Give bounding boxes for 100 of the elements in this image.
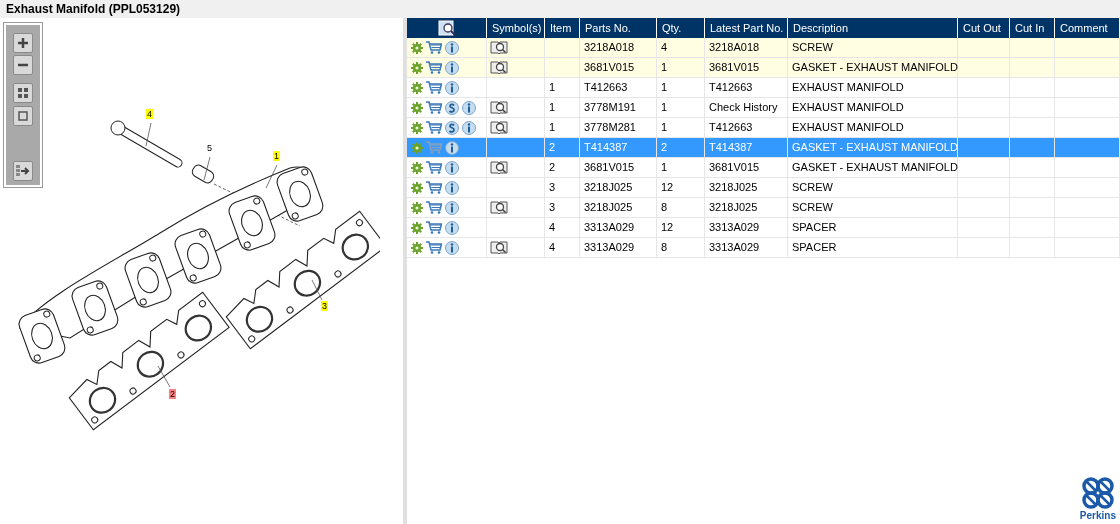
- table-cell-text: EXHAUST MANIFOLD: [792, 120, 904, 136]
- book-search-icon[interactable]: [490, 160, 508, 175]
- info-icon[interactable]: [445, 60, 459, 75]
- table-cell-text: SCREW: [792, 40, 833, 56]
- gear-icon[interactable]: [411, 141, 423, 154]
- table-row[interactable]: 1 3778M281 1 T412663 EXHAUST MANIFOLD: [407, 118, 1120, 138]
- gear-icon[interactable]: [411, 121, 423, 134]
- gear-icon[interactable]: [411, 101, 423, 114]
- info-icon[interactable]: [445, 140, 459, 155]
- zoom-in-button[interactable]: [13, 33, 33, 53]
- table-cell-text: 3218J025: [709, 180, 758, 196]
- table-cell-text: 3: [549, 200, 556, 216]
- info-icon[interactable]: [445, 180, 459, 195]
- table-row[interactable]: 3 3218J025 12 3218J025 SCREW: [407, 178, 1120, 198]
- callout-label[interactable]: 2: [169, 389, 176, 399]
- table-cell-text: SCREW: [792, 180, 833, 196]
- grid-icon: [16, 86, 30, 100]
- logo-text: Perkins: [1079, 510, 1116, 522]
- table-cell-text: 2: [661, 140, 668, 156]
- table-cell-text: 1: [549, 120, 556, 136]
- gear-icon[interactable]: [411, 221, 423, 234]
- cart-icon[interactable]: [426, 241, 442, 254]
- callout-label[interactable]: 1: [273, 151, 280, 161]
- book-search-icon[interactable]: [490, 240, 508, 255]
- table-row[interactable]: 4 3313A029 8 3313A029 SPACER: [407, 238, 1120, 258]
- gear-icon[interactable]: [411, 81, 423, 94]
- table-cell-text: SCREW: [792, 200, 833, 216]
- cart-icon[interactable]: [426, 221, 442, 234]
- info-icon[interactable]: [445, 40, 459, 55]
- info-icon[interactable]: [445, 160, 459, 175]
- cart-icon[interactable]: [426, 181, 442, 194]
- table-row[interactable]: 4 3313A029 12 3313A029 SPACER: [407, 218, 1120, 238]
- book-search-icon[interactable]: [490, 200, 508, 215]
- cart-icon[interactable]: [426, 81, 442, 94]
- gear-icon[interactable]: [411, 181, 423, 194]
- service-icon[interactable]: [445, 100, 459, 115]
- table-cell-text: 3681V015: [584, 60, 635, 76]
- table-cell-text: 12: [661, 220, 674, 236]
- callout-label[interactable]: 5: [206, 143, 213, 153]
- gear-icon[interactable]: [411, 41, 423, 54]
- table-cell-text: 4: [549, 240, 556, 256]
- table-cell-text: GASKET - EXHAUST MANIFOLD: [792, 160, 958, 176]
- actual-size-button[interactable]: [13, 106, 33, 126]
- plus-icon: [16, 36, 30, 50]
- search-icon[interactable]: [437, 20, 456, 36]
- gear-icon[interactable]: [411, 61, 423, 74]
- info-icon[interactable]: [445, 80, 459, 95]
- gear-icon[interactable]: [411, 201, 423, 214]
- fit-view-button[interactable]: [13, 83, 33, 103]
- info-icon[interactable]: [462, 120, 476, 135]
- table-cell-text: 3778M281: [584, 120, 636, 136]
- cart-icon[interactable]: [426, 41, 442, 54]
- square-icon: [16, 109, 30, 123]
- book-search-icon[interactable]: [490, 60, 508, 75]
- info-icon[interactable]: [445, 220, 459, 235]
- cart-icon[interactable]: [426, 101, 442, 114]
- table-row[interactable]: 1 T412663 1 T412663 EXHAUST MANIFOLD: [407, 78, 1120, 98]
- book-search-icon[interactable]: [490, 40, 508, 55]
- table-cell-text: 1: [661, 80, 668, 96]
- cart-icon[interactable]: [426, 201, 442, 214]
- table-row[interactable]: 2 3681V015 1 3681V015 GASKET - EXHAUST MANIFOLD: [407, 158, 1120, 178]
- table-cell-text: 2: [549, 140, 556, 156]
- table-cell-text: 1: [661, 120, 668, 136]
- callout-label[interactable]: 4: [146, 109, 153, 119]
- export-button[interactable]: [13, 161, 33, 181]
- cart-icon[interactable]: [426, 161, 442, 174]
- book-search-icon[interactable]: [490, 120, 508, 135]
- info-icon[interactable]: [445, 240, 459, 255]
- table-cell-text: T414387: [709, 140, 753, 156]
- export-icon: [15, 164, 31, 178]
- table-cell-text: 2: [549, 160, 556, 176]
- table-cell-text: 1: [549, 80, 556, 96]
- table-cell-text: GASKET - EXHAUST MANIFOLD: [792, 60, 958, 76]
- table-cell-text: 12: [661, 180, 674, 196]
- table-row[interactable]: 3 3218J025 8 3218J025 SCREW: [407, 198, 1120, 218]
- cart-icon[interactable]: [426, 61, 442, 74]
- table-cell-text: 3218J025: [584, 180, 633, 196]
- table-cell-text: Check History: [709, 100, 778, 116]
- table-cell-text: 3681V015: [709, 160, 760, 176]
- table-cell-text: 1: [549, 100, 556, 116]
- gear-icon[interactable]: [411, 161, 423, 174]
- table-row[interactable]: 1 3778M191 1 Check History EXHAUST MANIFOLD: [407, 98, 1120, 118]
- service-icon[interactable]: [445, 120, 459, 135]
- table-cell-text: EXHAUST MANIFOLD: [792, 100, 904, 116]
- table-cell-text: 3778M191: [584, 100, 636, 116]
- cart-icon[interactable]: [426, 121, 442, 134]
- zoom-out-button[interactable]: [13, 55, 33, 75]
- table-row[interactable]: 3218A018 4 3218A018 SCREW: [407, 38, 1120, 58]
- info-icon[interactable]: [462, 100, 476, 115]
- table-cell-text: 3313A029: [709, 220, 760, 236]
- table-row[interactable]: 3681V015 1 3681V015 GASKET - EXHAUST MANIFOLD: [407, 58, 1120, 78]
- table-cell-text: T412663: [584, 80, 628, 96]
- info-icon[interactable]: [445, 200, 459, 215]
- table-cell-text: SPACER: [792, 220, 837, 236]
- gear-icon[interactable]: [411, 241, 423, 254]
- callout-label[interactable]: 3: [321, 301, 328, 311]
- table-cell-text: 3681V015: [709, 60, 760, 76]
- table-cell-text: EXHAUST MANIFOLD: [792, 80, 904, 96]
- book-search-icon[interactable]: [490, 100, 508, 115]
- table-cell-text: 3218A018: [709, 40, 760, 56]
